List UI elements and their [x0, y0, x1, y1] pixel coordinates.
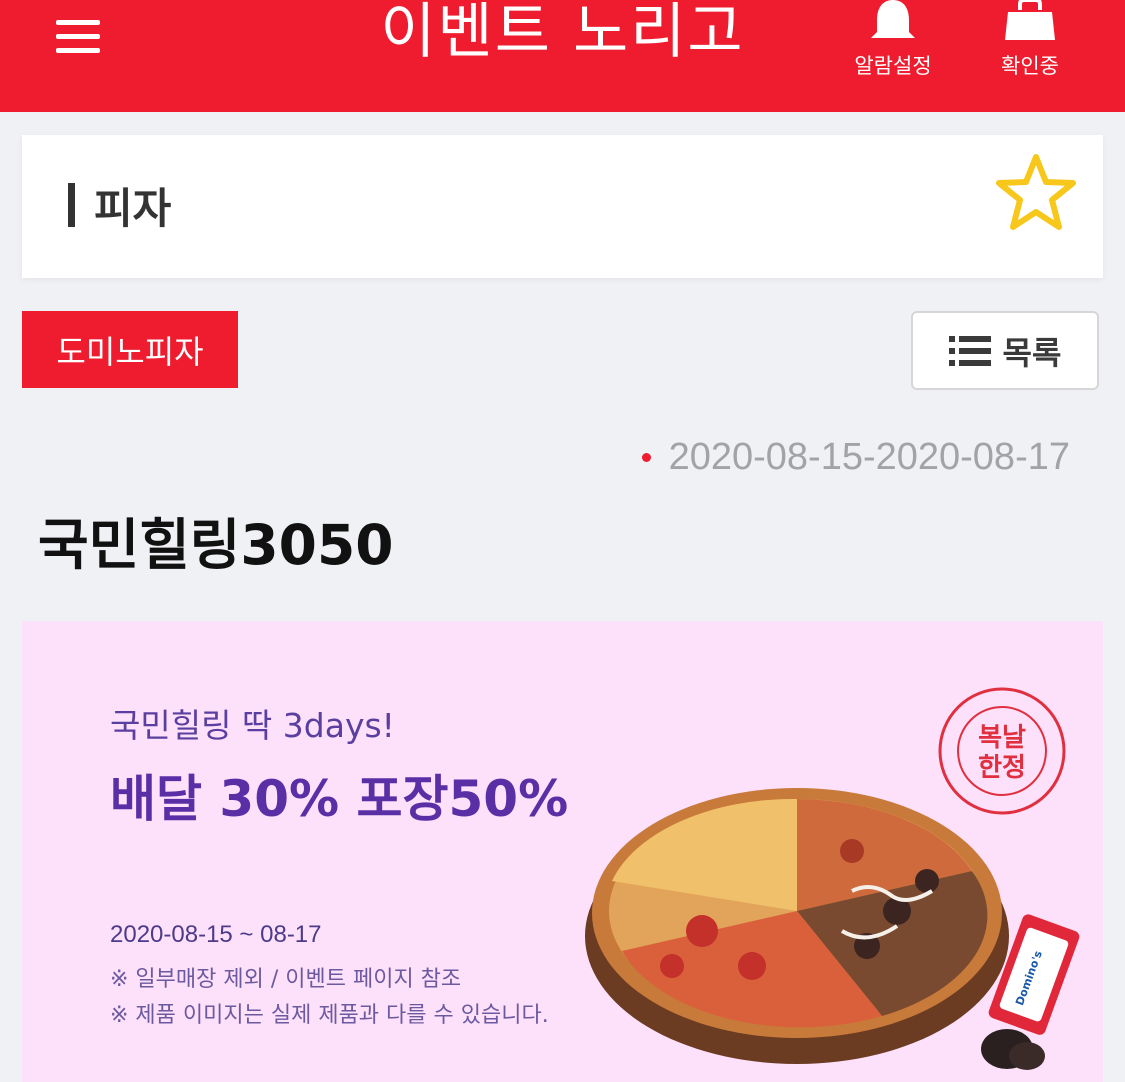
confirm-button[interactable]: 확인중	[975, 0, 1085, 80]
sauce-packet-image: Domino's	[981, 914, 1080, 1070]
menu-icon-line	[56, 20, 100, 25]
banner-headline: 배달 30% 포장50%	[110, 770, 569, 828]
banner-note: ※ 일부매장 제외 / 이벤트 페이지 참조	[110, 967, 462, 992]
app-title: 이벤트 노리고	[380, 0, 745, 67]
menu-icon-line	[56, 34, 100, 39]
banner-subtitle: 국민힐링 딱 3days!	[110, 706, 395, 745]
stamp-text: 복날	[978, 723, 1026, 753]
banner-period: 2020-08-15 ~ 08-17	[110, 921, 322, 948]
promo-banner-image: 국민힐링 딱 3days! 배달 30% 포장50% 2020-08-15 ~ …	[22, 621, 1103, 1082]
alarm-settings-button[interactable]: 알람설정	[838, 0, 948, 80]
list-button-label: 목록	[1002, 333, 1062, 372]
category-card: 피자	[22, 135, 1103, 278]
stamp-text: 한정	[978, 753, 1026, 783]
category-title: 피자	[94, 184, 172, 233]
confirm-label: 확인중	[1001, 54, 1059, 78]
summer-limited-stamp: 복날 한정	[938, 687, 1066, 815]
banner-note: ※ 제품 이미지는 실제 제품과 다를 수 있습니다.	[110, 1003, 549, 1028]
star-icon[interactable]	[995, 153, 1077, 231]
event-date-row: 2020-08-15-2020-08-17	[641, 436, 1070, 479]
bell-icon	[871, 0, 915, 38]
event-title: 국민힐링3050	[38, 513, 394, 577]
category-marker	[68, 183, 75, 227]
brand-tag[interactable]: 도미노피자	[22, 311, 238, 388]
menu-button[interactable]	[56, 16, 102, 56]
list-button[interactable]: 목록	[911, 311, 1099, 390]
event-date-range: 2020-08-15-2020-08-17	[668, 436, 1070, 478]
app-header: 이벤트 노리고 알람설정 확인중	[0, 0, 1125, 112]
list-icon	[948, 335, 991, 366]
date-bullet	[641, 453, 651, 462]
shopping-bag-icon	[1005, 0, 1055, 40]
menu-icon-line	[56, 48, 100, 53]
alarm-settings-label: 알람설정	[854, 54, 932, 78]
